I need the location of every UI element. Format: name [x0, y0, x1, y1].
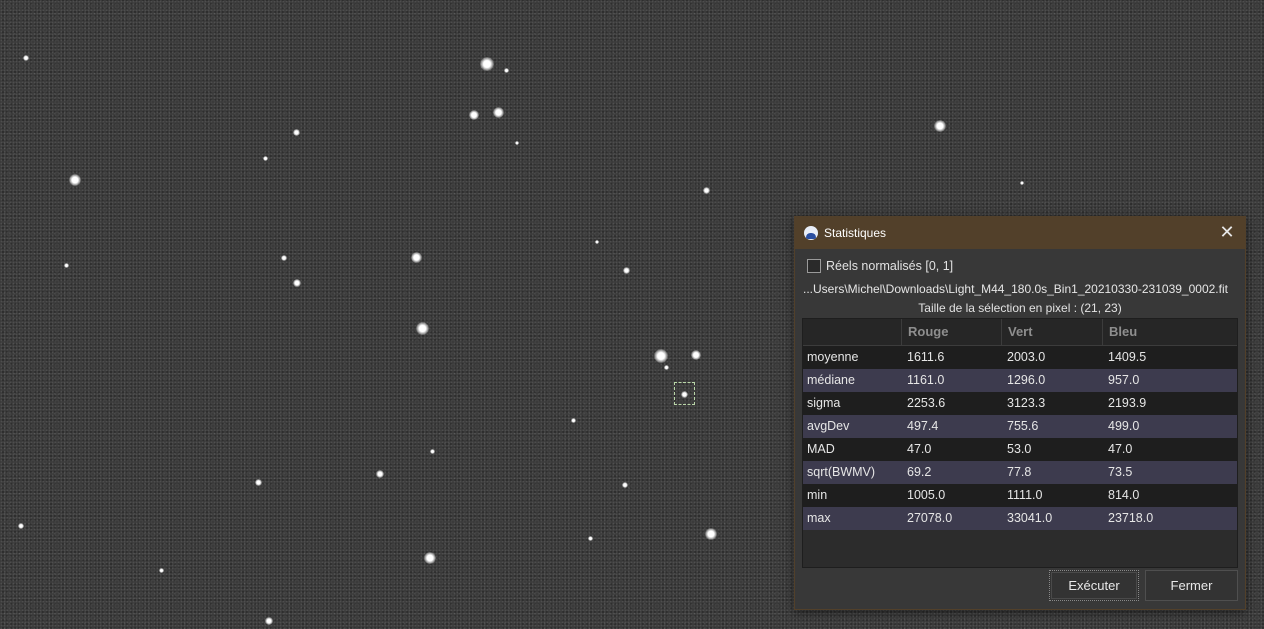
star: [281, 255, 287, 261]
bleu-value: 47.0: [1108, 442, 1133, 456]
star: [622, 482, 628, 488]
row-label: médiane: [807, 373, 855, 387]
selection-size-label: Taille de la sélection en pixel : (21, 2…: [918, 301, 1122, 315]
star: [469, 110, 479, 120]
table-row[interactable]: médiane 1161.0 1296.0 957.0: [803, 369, 1237, 392]
row-label: min: [807, 488, 828, 502]
vert-value: 2003.0: [1007, 350, 1046, 364]
star: [587, 535, 593, 541]
vert-value: 1111.0: [1007, 488, 1043, 502]
star: [654, 349, 668, 363]
star: [595, 240, 599, 244]
table-row[interactable]: sigma 2253.6 3123.3 2193.9: [803, 392, 1237, 415]
star: [23, 55, 29, 61]
vert-value: 33041.0: [1007, 511, 1053, 525]
star: [292, 128, 300, 136]
row-label: max: [807, 511, 831, 525]
star: [293, 279, 301, 287]
column-header-vert[interactable]: Vert: [1002, 319, 1103, 345]
bleu-value: 23718.0: [1108, 511, 1154, 525]
table-row[interactable]: min 1005.0 1111.0 814.0: [803, 484, 1237, 507]
star: [705, 528, 717, 540]
column-header-label[interactable]: [803, 319, 902, 345]
execute-button[interactable]: Exécuter: [1049, 570, 1139, 601]
star: [429, 448, 435, 454]
vert-value: 3123.3: [1007, 396, 1046, 410]
star: [503, 67, 509, 73]
rouge-value: 27078.0: [907, 511, 953, 525]
bleu-value: 499.0: [1108, 419, 1140, 433]
row-label: MAD: [807, 442, 835, 456]
star: [570, 417, 576, 423]
rouge-value: 1161.0: [907, 373, 945, 387]
table-row[interactable]: sqrt(BWMV) 69.2 77.8 73.5: [803, 461, 1237, 484]
star: [480, 57, 494, 71]
vert-value: 53.0: [1007, 442, 1032, 456]
star: [1020, 181, 1024, 185]
table-row[interactable]: avgDev 497.4 755.6 499.0: [803, 415, 1237, 438]
star: [702, 186, 710, 194]
bleu-value: 73.5: [1108, 465, 1133, 479]
dialog-titlebar[interactable]: Statistiques ✕: [795, 217, 1245, 249]
star: [424, 552, 436, 564]
star: [515, 141, 519, 145]
star: [254, 478, 262, 486]
star: [680, 390, 688, 398]
close-button[interactable]: Fermer: [1145, 570, 1238, 601]
bleu-value: 1409.5: [1108, 350, 1147, 364]
row-label: sqrt(BWMV): [807, 465, 876, 479]
vert-value: 755.6: [1007, 419, 1039, 433]
table-header: Rouge Vert Bleu: [803, 319, 1237, 346]
rouge-value: 1611.6: [907, 350, 945, 364]
vert-value: 1296.0: [1007, 373, 1046, 387]
file-path: ...Users\Michel\Downloads\Light_M44_180.…: [803, 282, 1228, 296]
column-header-bleu[interactable]: Bleu: [1103, 319, 1237, 345]
star: [934, 120, 946, 132]
statistics-dialog: Statistiques ✕ Réels normalisés [0, 1] .…: [794, 216, 1246, 610]
star: [691, 350, 701, 360]
close-icon[interactable]: ✕: [1217, 223, 1237, 243]
bleu-value: 957.0: [1108, 373, 1140, 387]
rouge-value: 2253.6: [907, 396, 946, 410]
vert-value: 77.8: [1007, 465, 1032, 479]
star: [69, 174, 81, 186]
normalize-checkbox[interactable]: [807, 259, 821, 273]
table-row[interactable]: max 27078.0 33041.0 23718.0: [803, 507, 1237, 530]
star: [492, 106, 504, 118]
star: [410, 251, 422, 263]
star: [663, 364, 669, 370]
star: [63, 262, 69, 268]
star: [262, 155, 268, 161]
bleu-value: 814.0: [1108, 488, 1140, 502]
rouge-value: 497.4: [907, 419, 939, 433]
star: [622, 266, 630, 274]
statistics-table: Rouge Vert Bleu moyenne 1611.6 2003.0 14…: [802, 318, 1238, 568]
siril-app-icon: [804, 226, 818, 240]
bleu-value: 2193.9: [1108, 396, 1147, 410]
star: [265, 617, 273, 625]
star: [18, 523, 24, 529]
row-label: sigma: [807, 396, 841, 410]
star: [415, 321, 429, 335]
dialog-title: Statistiques: [824, 226, 887, 240]
star: [376, 470, 384, 478]
star: [158, 567, 164, 573]
rouge-value: 69.2: [907, 465, 932, 479]
row-label: avgDev: [807, 419, 850, 433]
column-header-rouge[interactable]: Rouge: [902, 319, 1002, 345]
row-label: moyenne: [807, 350, 859, 364]
table-row[interactable]: moyenne 1611.6 2003.0 1409.5: [803, 346, 1237, 369]
rouge-value: 47.0: [907, 442, 932, 456]
normalize-label[interactable]: Réels normalisés [0, 1]: [826, 259, 953, 273]
table-row[interactable]: MAD 47.0 53.0 47.0: [803, 438, 1237, 461]
rouge-value: 1005.0: [907, 488, 946, 502]
